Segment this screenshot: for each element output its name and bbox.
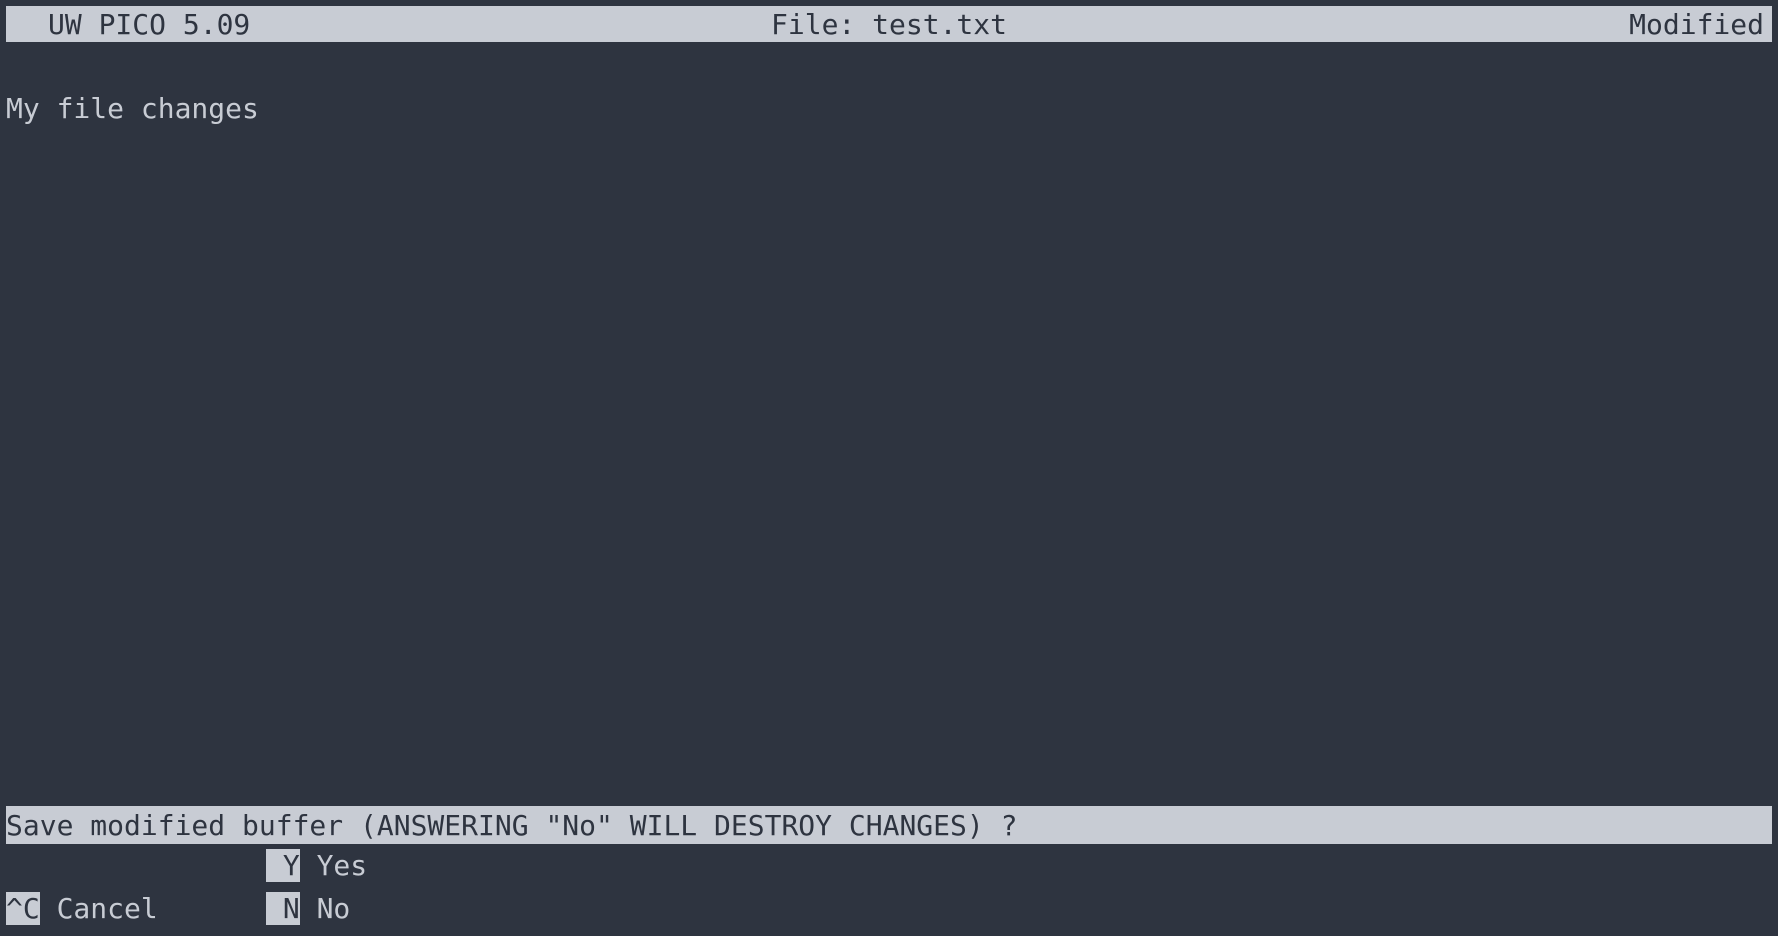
label-yes: Yes [300,849,367,882]
shortcuts-area: Y Yes ^C Cancel N No [6,844,1772,930]
shortcut-cancel[interactable]: ^C Cancel [6,892,266,925]
editor-content[interactable]: My file changes [6,92,1772,125]
label-cancel: Cancel [40,892,158,925]
file-name: File: test.txt [771,8,1007,41]
prompt-text: Save modified buffer (ANSWERING "No" WIL… [6,809,1034,842]
title-bar: UW PICO 5.09 File: test.txt Modified [6,6,1772,42]
label-no: No [300,892,351,925]
shortcut-row-cancel-no: ^C Cancel N No [6,887,1772,930]
save-prompt: Save modified buffer (ANSWERING "No" WIL… [6,806,1772,844]
shortcut-no[interactable]: N No [266,892,350,925]
modified-status: Modified [1629,8,1764,41]
key-ctrl-c: ^C [6,892,40,925]
key-y: Y [266,849,300,882]
app-name: UW PICO 5.09 [14,8,250,41]
key-n: N [266,892,300,925]
shortcut-yes[interactable]: Y Yes [266,849,367,882]
shortcut-row-yes: Y Yes [6,844,1772,887]
